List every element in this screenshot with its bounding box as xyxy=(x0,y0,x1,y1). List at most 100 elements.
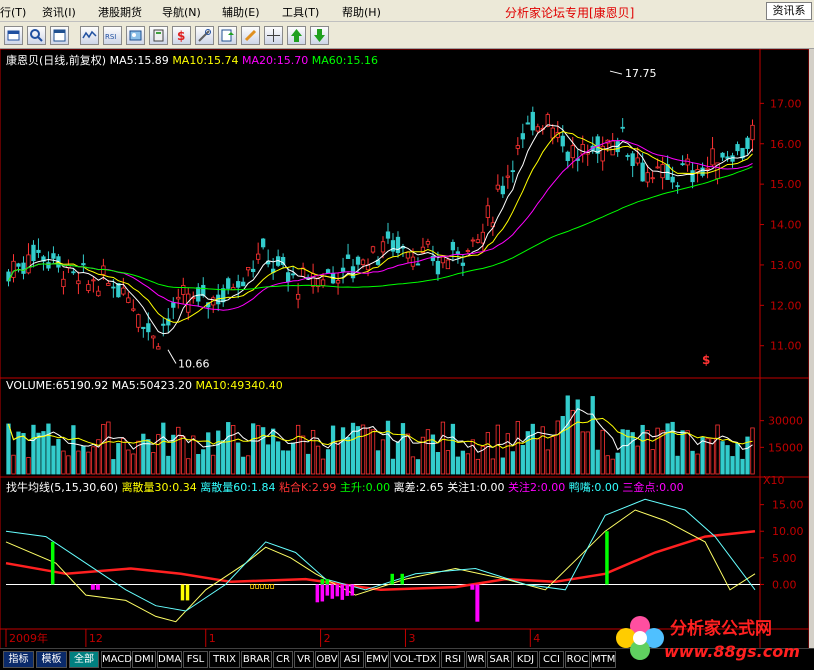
tab-asi[interactable]: ASI xyxy=(340,651,364,668)
chart-wave-icon[interactable] xyxy=(80,26,99,45)
volume-bar xyxy=(176,426,181,475)
candlestick xyxy=(141,326,146,329)
high-pointer xyxy=(609,70,623,75)
tab-kdj[interactable]: KDJ xyxy=(513,651,538,668)
pencil-icon[interactable] xyxy=(241,26,260,45)
volume-unit-label: X10 xyxy=(763,474,785,487)
volume-bar xyxy=(305,453,311,475)
tab-fsl[interactable]: FSL xyxy=(183,651,208,668)
candlestick xyxy=(201,284,206,296)
volume-bar xyxy=(290,442,296,475)
volume-bar xyxy=(380,439,386,475)
candlestick xyxy=(500,185,505,195)
search-icon[interactable] xyxy=(27,26,46,45)
candlestick xyxy=(221,288,226,303)
tab-wr[interactable]: WR xyxy=(466,651,486,668)
candlestick xyxy=(460,262,466,266)
volume-bar xyxy=(500,457,505,475)
tab-vr[interactable]: VR xyxy=(294,651,314,668)
gold-point-mark xyxy=(270,584,275,589)
volume-bar xyxy=(720,441,725,475)
kline-chart-canvas[interactable]: 17.0016.0015.0014.0013.0012.0011.0017.75… xyxy=(0,49,809,649)
menu-item-info[interactable]: 资讯(I) xyxy=(42,4,76,20)
menu-item-help[interactable]: 帮助(H) xyxy=(342,4,381,20)
watermark-url: www.88gs.com xyxy=(664,642,800,661)
tab-emv[interactable]: EMV xyxy=(365,651,389,668)
candlestick xyxy=(295,293,301,300)
export-icon[interactable] xyxy=(218,26,237,45)
menu-item-assist[interactable]: 辅助(E) xyxy=(222,4,260,20)
window-icon[interactable] xyxy=(50,26,69,45)
tab-brar[interactable]: BRAR xyxy=(241,651,272,668)
vertical-scrollbar[interactable] xyxy=(809,49,814,649)
candlestick xyxy=(156,346,161,350)
tab-roc[interactable]: ROC xyxy=(565,651,590,668)
volume-bar xyxy=(76,450,81,475)
tab-dma[interactable]: DMA xyxy=(157,651,182,668)
candlestick xyxy=(680,163,685,166)
tab-indicator[interactable]: 指标 xyxy=(3,651,34,668)
svg-text:RSI: RSI xyxy=(105,33,116,41)
time-axis-label: 12 xyxy=(89,632,103,645)
candlestick xyxy=(660,164,665,179)
candlestick xyxy=(196,287,201,302)
image-icon[interactable] xyxy=(126,26,145,45)
candlestick xyxy=(151,335,156,339)
menu-item-tools[interactable]: 工具(T) xyxy=(282,4,319,20)
candlestick xyxy=(560,135,565,147)
tab-sar[interactable]: SAR xyxy=(487,651,512,668)
candlestick xyxy=(415,263,421,266)
volume-bar xyxy=(196,453,201,475)
volume-bar xyxy=(490,458,495,475)
volume-bar xyxy=(226,422,231,475)
menu-item-hk-futures[interactable]: 港股期货 xyxy=(98,4,142,20)
tab-cr[interactable]: CR xyxy=(273,651,293,668)
arrow-down-icon[interactable] xyxy=(310,26,329,45)
rsi-icon[interactable]: RSI xyxy=(103,26,122,45)
volume-bar xyxy=(81,445,86,475)
tab-obv[interactable]: OBV xyxy=(315,651,339,668)
chart-area[interactable]: 17.00 16.00 15.00 14.00 13.00 12.00 11.00 17.75… xyxy=(0,49,809,649)
tab-cci[interactable]: CCI xyxy=(539,651,564,668)
volume-bar xyxy=(555,420,560,475)
ma20-label: MA20:15.70 xyxy=(242,54,309,67)
candlestick xyxy=(385,231,391,239)
focus-bar xyxy=(350,584,355,596)
indicator-header: 找牛均线(5,15,30,60) 离散量30:0.34 离散量60:1.84 粘… xyxy=(6,479,684,495)
candlestick xyxy=(510,170,515,173)
tab-dmi[interactable]: DMI xyxy=(132,651,156,668)
volume-bar xyxy=(251,423,256,475)
candlestick xyxy=(485,205,491,218)
open-icon[interactable] xyxy=(4,26,23,45)
volume-bar xyxy=(370,429,376,475)
menu-item-trade[interactable]: 行(T) xyxy=(0,4,26,20)
arrow-up-icon[interactable] xyxy=(287,26,306,45)
candlestick xyxy=(655,166,660,169)
dollar-icon[interactable]: $ xyxy=(172,26,191,45)
tab-trix[interactable]: TRIX xyxy=(209,651,240,668)
volume-bar xyxy=(280,450,286,475)
volume-bar xyxy=(450,423,456,475)
crosshair-icon[interactable] xyxy=(264,26,283,45)
tab-vol-tdx[interactable]: VOL-TDX xyxy=(390,651,440,668)
candlestick xyxy=(725,156,730,159)
volume-bar xyxy=(126,449,131,475)
candlestick xyxy=(31,244,36,262)
volume-bar xyxy=(6,423,11,475)
focus-bar xyxy=(475,584,480,622)
calculator-icon[interactable] xyxy=(149,26,168,45)
tab-template[interactable]: 模板 xyxy=(36,651,67,668)
tab-all[interactable]: 全部 xyxy=(69,651,99,668)
volume-bar xyxy=(191,435,196,475)
volume-bar xyxy=(695,453,700,475)
volume-bar xyxy=(620,429,625,475)
candlestick xyxy=(445,259,451,270)
tools-icon[interactable] xyxy=(195,26,214,45)
tab-macd[interactable]: MACD xyxy=(101,651,132,668)
tab-rsi[interactable]: RSI xyxy=(441,651,465,668)
candlestick xyxy=(136,314,141,328)
info-button[interactable]: 资讯系 xyxy=(766,2,812,20)
menu-item-navigate[interactable]: 导航(N) xyxy=(162,4,201,20)
candlestick xyxy=(345,254,351,259)
candlestick xyxy=(325,269,331,274)
